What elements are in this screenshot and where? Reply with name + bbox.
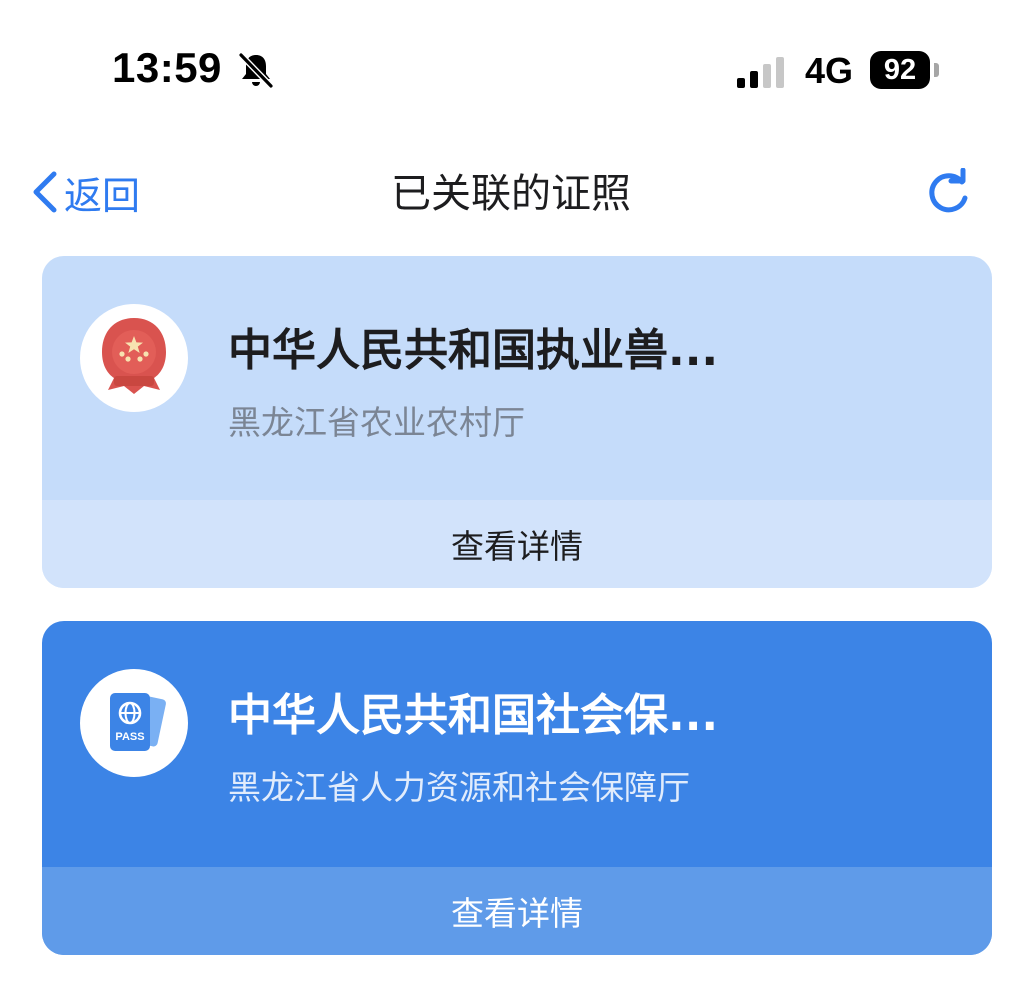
battery-indicator: 92 [870,51,930,89]
card-logo [80,304,188,412]
card-title: 中华人民共和国社会保... [228,690,719,741]
license-card-body[interactable]: 中华人民共和国执业兽... 黑龙江省农业农村厅 [42,256,992,500]
card-logo: PASS [80,669,188,777]
view-details-button[interactable]: 查看详情 [42,500,992,588]
passport-icon: PASS [110,693,166,751]
back-label: 返回 [64,173,141,218]
license-card-body[interactable]: PASS 中华人民共和国社会保... 黑龙江省人力资源和社会保障厅 [42,621,992,865]
national-emblem-icon [102,318,166,394]
view-details-button[interactable]: 查看详情 [42,867,992,955]
status-time: 13:59 [112,44,222,91]
signal-icon [737,57,784,88]
refresh-icon[interactable] [922,168,974,220]
license-card[interactable]: 中华人民共和国执业兽... 黑龙江省农业农村厅 查看详情 [42,256,992,588]
card-title: 中华人民共和国执业兽... [228,325,719,376]
bell-muted-icon [238,52,274,89]
license-card[interactable]: PASS 中华人民共和国社会保... 黑龙江省人力资源和社会保障厅 查看详情 [42,621,992,955]
status-bar: 13:59 4G 92 [0,0,1022,140]
battery-level: 92 [883,53,917,86]
chevron-left-icon [33,171,57,213]
page-title: 已关联的证照 [391,171,631,217]
battery-nub [934,63,939,77]
network-type: 4G [805,50,854,91]
passport-icon-text: PASS [115,731,144,743]
card-issuer: 黑龙江省农业农村厅 [228,403,525,442]
back-button[interactable]: 返回 [28,166,140,218]
card-issuer: 黑龙江省人力资源和社会保障厅 [228,768,690,807]
